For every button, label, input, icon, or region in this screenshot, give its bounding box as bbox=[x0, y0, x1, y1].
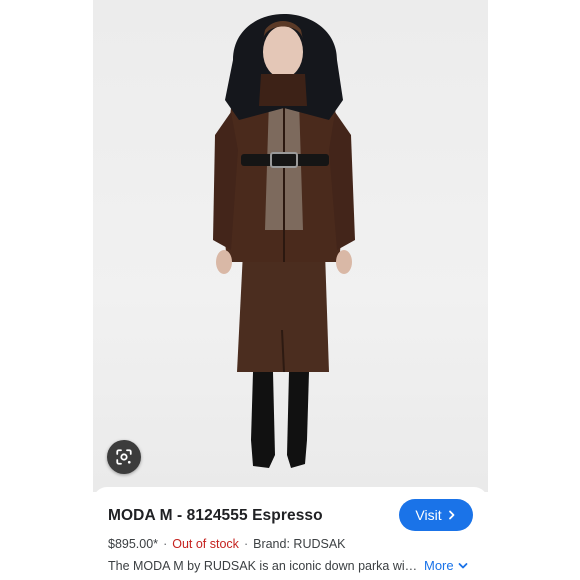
left-margin bbox=[0, 0, 93, 492]
product-meta: $895.00* · Out of stock · Brand: RUDSAK bbox=[108, 537, 346, 551]
more-button[interactable]: More bbox=[424, 558, 468, 573]
google-lens-icon[interactable] bbox=[107, 440, 141, 474]
product-image[interactable] bbox=[93, 0, 488, 492]
stock-status: Out of stock bbox=[172, 537, 239, 551]
lens-glyph bbox=[116, 449, 132, 465]
separator: · bbox=[243, 537, 249, 551]
belt bbox=[241, 154, 329, 166]
product-description: The MODA M by RUDSAK is an iconic down p… bbox=[108, 559, 418, 573]
separator: · bbox=[163, 537, 168, 551]
visit-button[interactable]: Visit bbox=[399, 499, 473, 531]
right-margin bbox=[488, 0, 580, 492]
result-card: MODA M - 8124555 Espresso Visit $895.00*… bbox=[93, 487, 488, 580]
model-illustration bbox=[213, 14, 355, 468]
visit-label: Visit bbox=[415, 507, 442, 523]
price: $895.00* bbox=[108, 537, 159, 551]
brand: Brand: RUDSAK bbox=[253, 537, 346, 551]
chevron-right-icon bbox=[448, 510, 454, 520]
right-boot bbox=[287, 372, 309, 468]
product-title[interactable]: MODA M - 8124555 Espresso bbox=[108, 507, 323, 525]
more-label: More bbox=[424, 558, 454, 573]
left-boot bbox=[251, 372, 275, 468]
face bbox=[263, 26, 303, 78]
chevron-down-icon bbox=[458, 562, 468, 568]
